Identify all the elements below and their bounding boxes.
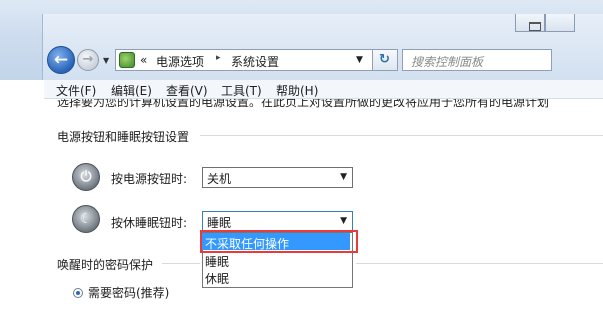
menu-tools[interactable]: 工具(T) xyxy=(221,82,262,99)
breadcrumb-separator-icon[interactable]: ▸ xyxy=(216,53,221,63)
moon-icon: ☾ xyxy=(79,211,93,227)
address-dropdown-icon[interactable]: ▼ xyxy=(356,55,363,65)
power-button-value: 关机 xyxy=(207,172,232,186)
intro-text: 选择要为您的计算机设置的电源设置。在此页上对设置所做的更改将应用于您所有的电源计… xyxy=(57,99,550,108)
maximize-button[interactable] xyxy=(545,14,575,32)
section-divider xyxy=(200,135,603,136)
menu-view[interactable]: 查看(V) xyxy=(166,82,208,99)
sleep-button-combo[interactable]: 睡眠 ▼ xyxy=(202,211,353,232)
chevron-down-icon: ▼ xyxy=(340,216,347,226)
section-divider xyxy=(162,263,200,264)
forward-button[interactable]: → xyxy=(77,49,99,71)
power-button-icon: ⏻ xyxy=(72,163,100,191)
require-password-label: 需要密码(推荐) xyxy=(88,286,170,300)
sleep-button-icon: ☾ xyxy=(72,205,100,233)
back-arrow-icon: ← xyxy=(53,50,69,70)
option-hibernate[interactable]: 休眠 xyxy=(205,270,229,287)
intro-text-clip: 选择要为您的计算机设置的电源设置。在此页上对设置所做的更改将应用于您所有的电源计… xyxy=(57,99,603,108)
annotation-box xyxy=(200,230,358,253)
power-button-label: 按电源按钮时: xyxy=(111,172,188,186)
refresh-button[interactable]: ↻ xyxy=(372,49,398,71)
power-symbol-icon: ⏻ xyxy=(80,169,92,185)
option-sleep[interactable]: 睡眠 xyxy=(205,253,229,270)
history-dropdown-icon[interactable]: ▼ xyxy=(103,56,109,65)
back-button[interactable]: ← xyxy=(47,46,75,74)
section-title-password: 唤醒时的密码保护 xyxy=(57,258,154,272)
search-placeholder: 搜索控制面板 xyxy=(411,55,484,69)
search-box[interactable]: 搜索控制面板 xyxy=(402,49,552,71)
section-divider xyxy=(356,263,603,264)
sleep-button-label: 按休睡眠钮时: xyxy=(111,216,188,230)
chevron-down-icon: ▼ xyxy=(340,172,347,182)
menu-help[interactable]: 帮助(H) xyxy=(276,82,318,99)
control-panel-icon xyxy=(119,52,135,68)
radio-selected-dot xyxy=(76,291,80,295)
menu-edit[interactable]: 编辑(E) xyxy=(111,82,152,99)
power-button-combo[interactable]: 关机 ▼ xyxy=(202,167,353,188)
require-password-radio[interactable] xyxy=(73,288,83,298)
section-title-buttons: 电源按钮和睡眠按钮设置 xyxy=(57,130,190,144)
breadcrumb-overflow[interactable]: « xyxy=(140,53,147,67)
menu-file[interactable]: 文件(F) xyxy=(56,82,96,99)
address-bar[interactable]: « 电源选项 ▸ 系统设置 ▼ xyxy=(115,49,373,71)
breadcrumb-system-settings[interactable]: 系统设置 xyxy=(231,53,279,70)
menu-bar: 文件(F) 编辑(E) 查看(V) 工具(T) 帮助(H) xyxy=(44,80,603,99)
sleep-button-value: 睡眠 xyxy=(207,216,232,230)
forward-arrow-icon: → xyxy=(82,52,94,67)
restore-icon xyxy=(529,22,541,31)
refresh-icon: ↻ xyxy=(379,52,390,67)
breadcrumb-power-options[interactable]: 电源选项 xyxy=(156,53,204,70)
